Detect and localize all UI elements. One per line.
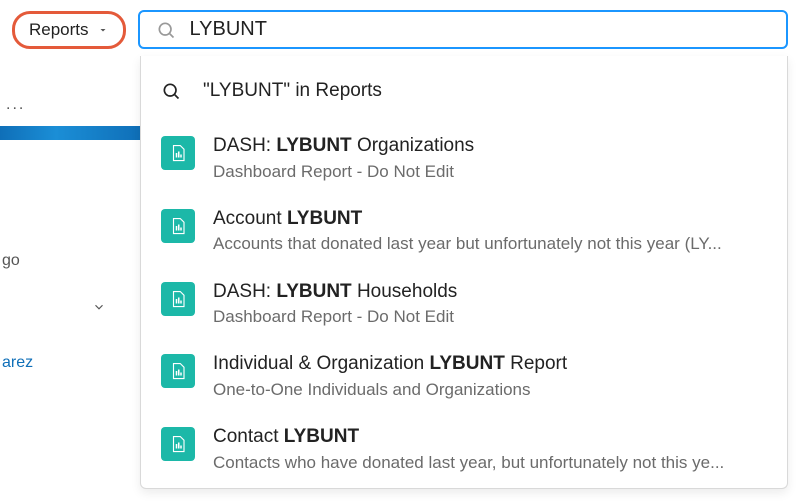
result-subtitle: Dashboard Report - Do Not Edit: [213, 306, 767, 328]
bg-cropped-link: arez: [2, 354, 33, 372]
chevron-down-icon: [92, 300, 106, 314]
result-text: DASH: LYBUNT Organizations Dashboard Rep…: [213, 134, 767, 183]
bg-decorative-band: [0, 126, 140, 140]
result-title: Account LYBUNT: [213, 207, 767, 232]
result-subtitle: Accounts that donated last year but unfo…: [213, 233, 767, 255]
search-in-scope-row[interactable]: "LYBUNT" in Reports: [141, 56, 787, 124]
result-title: DASH: LYBUNT Households: [213, 280, 767, 305]
report-icon: [161, 136, 195, 170]
report-icon: [161, 282, 195, 316]
search-suggestions: "LYBUNT" in Reports DASH: LYBUNT Organiz…: [140, 56, 788, 489]
search-in-scope-text: "LYBUNT" in Reports: [203, 80, 382, 102]
search-icon: [161, 81, 181, 101]
result-subtitle: Dashboard Report - Do Not Edit: [213, 161, 767, 183]
search-result[interactable]: Individual & Organization LYBUNT Report …: [141, 342, 787, 415]
search-field-wrap[interactable]: [138, 10, 788, 49]
search-result[interactable]: DASH: LYBUNT Organizations Dashboard Rep…: [141, 124, 787, 197]
scope-label: Reports: [29, 20, 89, 40]
result-subtitle: Contacts who have donated last year, but…: [213, 452, 767, 474]
result-subtitle: One-to-One Individuals and Organizations: [213, 379, 767, 401]
result-title: Individual & Organization LYBUNT Report: [213, 352, 767, 377]
report-icon: [161, 209, 195, 243]
result-text: DASH: LYBUNT Households Dashboard Report…: [213, 280, 767, 329]
result-title: Contact LYBUNT: [213, 425, 767, 450]
report-icon: [161, 427, 195, 461]
bg-cropped-text: ...: [6, 96, 25, 114]
scope-selector[interactable]: Reports: [12, 11, 126, 49]
result-title: DASH: LYBUNT Organizations: [213, 134, 767, 159]
result-text: Contact LYBUNT Contacts who have donated…: [213, 425, 767, 474]
result-text: Individual & Organization LYBUNT Report …: [213, 352, 767, 401]
result-text: Account LYBUNT Accounts that donated las…: [213, 207, 767, 256]
search-bar: Reports: [0, 0, 800, 57]
caret-down-icon: [97, 24, 109, 36]
search-result[interactable]: DASH: LYBUNT Households Dashboard Report…: [141, 270, 787, 343]
report-icon: [161, 354, 195, 388]
search-result[interactable]: Contact LYBUNT Contacts who have donated…: [141, 415, 787, 488]
bg-cropped-text: go: [2, 252, 20, 270]
search-icon: [156, 20, 176, 40]
search-result[interactable]: Account LYBUNT Accounts that donated las…: [141, 197, 787, 270]
search-input[interactable]: [190, 18, 776, 41]
